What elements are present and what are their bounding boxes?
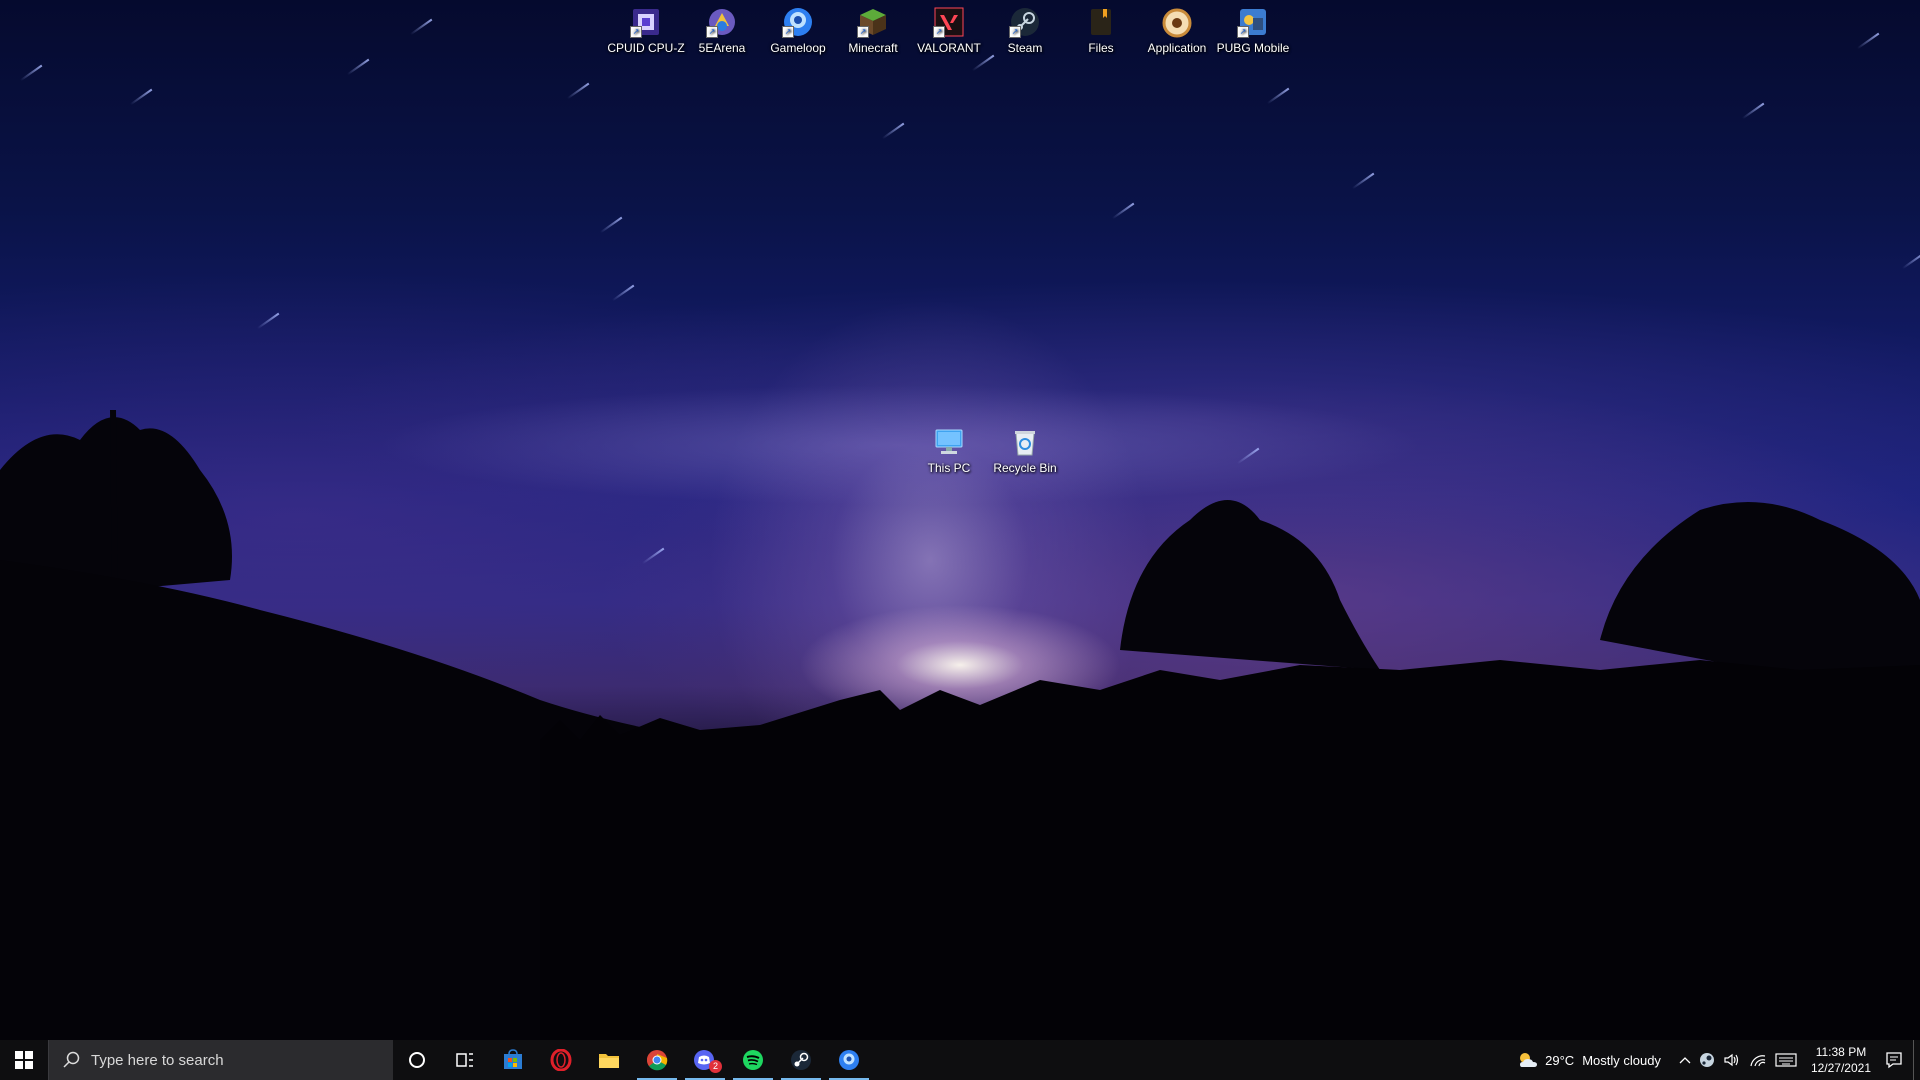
gameloop-icon xyxy=(839,1050,859,1070)
keyboard-icon xyxy=(1775,1053,1797,1067)
recycle-bin-icon xyxy=(1009,426,1041,458)
desktop-icon-cpuid-cpu-z[interactable]: ↗ CPUID CPU-Z xyxy=(607,6,685,55)
desktop-icon-this-pc[interactable]: This PC xyxy=(912,426,986,475)
gameloop-icon: ↗ xyxy=(782,6,814,38)
desktop-icon-application[interactable]: Application xyxy=(1140,6,1214,55)
mostly-cloudy-icon xyxy=(1520,1053,1538,1067)
windows-logo-icon xyxy=(15,1051,33,1069)
weather-condition: Mostly cloudy xyxy=(1582,1052,1661,1068)
taskbar-app-file-explorer[interactable] xyxy=(585,1040,633,1080)
desktop-icon-valorant[interactable]: ↗ VALORANT xyxy=(912,6,986,55)
pubg-mobile-icon: ↗ xyxy=(1237,6,1269,38)
cortana-button[interactable] xyxy=(393,1040,441,1080)
cpu-z-icon: ↗ xyxy=(630,6,662,38)
search-placeholder: Type here to search xyxy=(91,1051,224,1069)
weather-widget[interactable]: 29°C Mostly cloudy xyxy=(1513,1040,1675,1080)
touch-keyboard-button[interactable] xyxy=(1771,1040,1801,1080)
speaker-icon xyxy=(1724,1053,1739,1067)
desktop-icon-label: Recycle Bin xyxy=(993,461,1057,475)
start-button[interactable] xyxy=(0,1040,48,1080)
steam-tray-icon xyxy=(1699,1053,1714,1067)
desktop-icon-label: PUBG Mobile xyxy=(1216,41,1290,55)
spotify-icon xyxy=(743,1050,763,1070)
application-icon xyxy=(1161,6,1193,38)
task-view-icon xyxy=(456,1053,473,1067)
wifi-icon xyxy=(1750,1055,1766,1067)
desktop-icon-pubg-mobile[interactable]: ↗ PUBG Mobile xyxy=(1216,6,1290,55)
files-icon xyxy=(1085,6,1117,38)
taskbar-app-opera[interactable] xyxy=(537,1040,585,1080)
steam-icon: ↗ xyxy=(1009,6,1041,38)
taskbar-app-microsoft-store[interactable] xyxy=(489,1040,537,1080)
show-hidden-icons-button[interactable] xyxy=(1675,1040,1695,1080)
valorant-icon: ↗ xyxy=(933,6,965,38)
task-view-button[interactable] xyxy=(441,1040,489,1080)
notification-icon xyxy=(1886,1052,1902,1069)
desktop-icon-steam[interactable]: ↗ Steam xyxy=(988,6,1062,55)
system-tray: 29°C Mostly cloudy 11:38 PM 12/27/2021 xyxy=(1513,1040,1920,1080)
chrome-icon xyxy=(647,1050,668,1071)
desktop-icon-files[interactable]: Files xyxy=(1064,6,1138,55)
taskbar-app-discord[interactable]: 2 xyxy=(681,1040,729,1080)
this-pc-icon xyxy=(933,426,965,458)
chevron-up-icon xyxy=(1679,1057,1691,1064)
desktop-icon-minecraft[interactable]: ↗ Minecraft xyxy=(836,6,910,55)
desktop-icon-5earena[interactable]: ↗ 5EArena xyxy=(685,6,759,55)
weather-temperature: 29°C xyxy=(1545,1052,1575,1068)
taskbar-app-steam[interactable] xyxy=(777,1040,825,1080)
clock-date: 12/27/2021 xyxy=(1810,1061,1871,1075)
clock-time: 11:38 PM xyxy=(1815,1045,1867,1059)
network-button[interactable] xyxy=(1745,1040,1771,1080)
action-center-button[interactable] xyxy=(1881,1040,1907,1080)
steam-icon xyxy=(791,1050,811,1070)
taskbar-app-chrome[interactable] xyxy=(633,1040,681,1080)
minecraft-icon: ↗ xyxy=(857,6,889,38)
5earena-icon: ↗ xyxy=(706,6,738,38)
discord-notification-badge: 2 xyxy=(709,1060,722,1073)
tray-steam-button[interactable] xyxy=(1695,1040,1719,1080)
cortana-icon xyxy=(409,1052,425,1068)
desktop-icon-gameloop[interactable]: ↗ Gameloop xyxy=(761,6,835,55)
search-icon xyxy=(63,1051,80,1068)
desktop[interactable]: ↗ CPUID CPU-Z ↗ 5EArena ↗ Gameloop ↗ Min… xyxy=(0,0,1920,1040)
file-explorer-icon xyxy=(599,1054,619,1068)
opera-icon xyxy=(550,1049,572,1071)
landscape-silhouette xyxy=(0,410,1920,1040)
taskbar-app-gameloop[interactable] xyxy=(825,1040,873,1080)
taskbar: Type here to search 2 29°C Mostly cloudy… xyxy=(0,1040,1920,1080)
taskbar-clock[interactable]: 11:38 PM 12/27/2021 xyxy=(1801,1044,1881,1076)
taskbar-search-box[interactable]: Type here to search xyxy=(48,1040,393,1080)
volume-button[interactable] xyxy=(1719,1040,1745,1080)
taskbar-app-spotify[interactable] xyxy=(729,1040,777,1080)
microsoft-store-icon xyxy=(504,1049,522,1069)
show-desktop-button[interactable] xyxy=(1913,1040,1920,1080)
desktop-icon-recycle-bin[interactable]: Recycle Bin xyxy=(988,426,1062,475)
